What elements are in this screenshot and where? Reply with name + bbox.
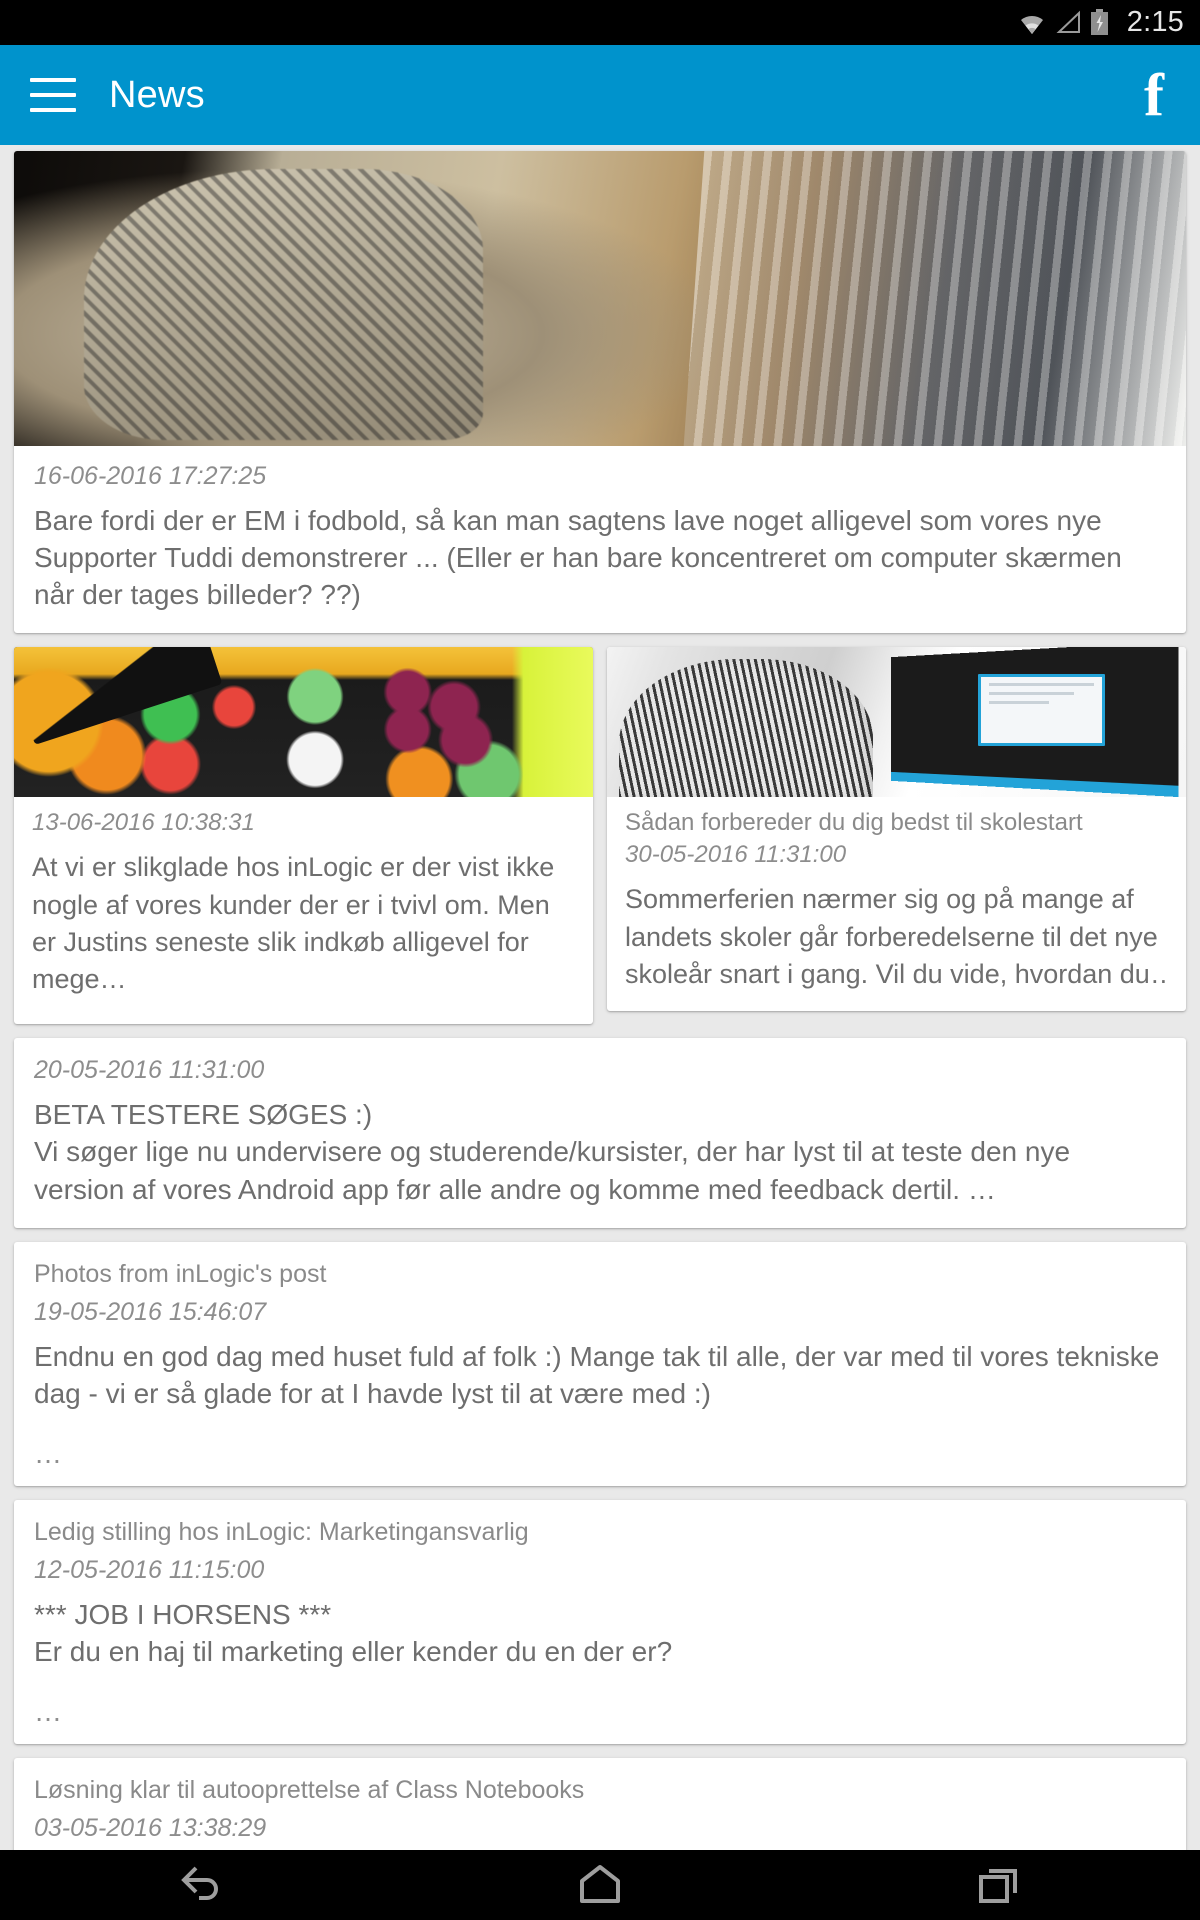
article-date: 20-05-2016 11:31:00 xyxy=(34,1056,265,1085)
status-bar-icons: 2:15 xyxy=(1017,8,1184,37)
news-card-body: Sådan forbereder du dig bedst til skoles… xyxy=(607,797,1186,1011)
android-navigation-bar xyxy=(0,1850,1200,1920)
news-card-body: Ledig stilling hos inLogic: Marketingans… xyxy=(14,1500,1186,1744)
article-image-candy-sushi xyxy=(14,647,593,798)
article-date: 13-06-2016 10:38:31 xyxy=(32,809,255,837)
article-text: Endnu en god dag med huset fuld af folk … xyxy=(34,1341,1160,1410)
back-button[interactable] xyxy=(140,1850,260,1920)
news-card-hero[interactable]: 16-06-2016 17:27:25 Bare fordi der er EM… xyxy=(14,151,1186,634)
news-feed[interactable]: 16-06-2016 17:27:25 Bare fordi der er EM… xyxy=(0,145,1200,1920)
news-card-body: 13-06-2016 10:38:31 At vi er slikglade h… xyxy=(14,797,593,1024)
facebook-icon[interactable]: f xyxy=(1144,65,1174,125)
news-card-body: Photos from inLogic's post 19-05-2016 15… xyxy=(14,1242,1186,1486)
article-text-line: Sommerferien nærmer sig og på mange af xyxy=(625,884,1134,915)
article-text: Bare fordi der er EM i fodbold, så kan m… xyxy=(34,504,1122,611)
news-card-photos-post[interactable]: Photos from inLogic's post 19-05-2016 15… xyxy=(14,1241,1186,1486)
decorative-dialog xyxy=(977,674,1105,747)
news-card-beta-testere[interactable]: 20-05-2016 11:31:00 BETA TESTERE SØGES :… xyxy=(14,1038,1186,1228)
signal-icon xyxy=(1056,10,1081,35)
status-bar: 2:15 xyxy=(0,0,1200,45)
article-text: *** JOB I HORSENS *** Er du en haj til m… xyxy=(34,1599,673,1668)
article-title: Photos from inLogic's post xyxy=(34,1259,327,1288)
article-date: 19-05-2016 15:46:07 xyxy=(34,1298,267,1327)
article-text: BETA TESTERE SØGES :) Vi søger lige nu u… xyxy=(34,1099,1071,1205)
article-date: 16-06-2016 17:27:25 xyxy=(34,462,267,490)
news-card-slikglade[interactable]: 13-06-2016 10:38:31 At vi er slikglade h… xyxy=(14,647,593,1025)
battery-charging-icon xyxy=(1090,9,1109,36)
wifi-icon xyxy=(1017,10,1047,36)
news-card-skolestart[interactable]: Sådan forbereder du dig bedst til skoles… xyxy=(607,647,1186,1012)
article-truncation-ellipsis: … xyxy=(34,1437,62,1469)
status-bar-clock: 2:15 xyxy=(1126,6,1184,38)
article-title: Løsning klar til autooprettelse af Class… xyxy=(34,1775,585,1804)
article-date: 12-05-2016 11:15:00 xyxy=(34,1556,265,1585)
article-text: At vi er slikglade hos inLogic er der vi… xyxy=(32,852,555,995)
article-date: 03-05-2016 13:38:29 xyxy=(34,1814,267,1843)
article-image-man-at-desk xyxy=(14,151,1186,446)
article-image-windows-server-monitor xyxy=(607,647,1186,798)
news-card-body: 20-05-2016 11:31:00 BETA TESTERE SØGES :… xyxy=(14,1038,1186,1227)
article-truncation-ellipsis: … xyxy=(34,1695,62,1727)
news-card-body: 16-06-2016 17:27:25 Bare fordi der er EM… xyxy=(14,446,1186,633)
android-screen: 2:15 News f 16-06-2016 17:27:25 Bare for… xyxy=(0,0,1200,1920)
hamburger-menu-icon[interactable] xyxy=(30,78,76,112)
article-date: 30-05-2016 11:31:00 xyxy=(625,841,847,869)
news-card-row: 13-06-2016 10:38:31 At vi er slikglade h… xyxy=(0,647,1200,1038)
app-bar: News f xyxy=(0,45,1200,145)
article-title: Sådan forbereder du dig bedst til skoles… xyxy=(625,809,1083,837)
home-button[interactable] xyxy=(540,1850,660,1920)
article-text-line: skoleår snart i gang. Vil du vide, hvord… xyxy=(625,958,1168,989)
page-title: News xyxy=(109,73,205,116)
news-card-ledig-stilling[interactable]: Ledig stilling hos inLogic: Marketingans… xyxy=(14,1499,1186,1744)
article-text-line: landets skoler går forberedelserne til d… xyxy=(625,921,1158,952)
article-title: Ledig stilling hos inLogic: Marketingans… xyxy=(34,1517,529,1546)
recents-button[interactable] xyxy=(940,1850,1060,1920)
